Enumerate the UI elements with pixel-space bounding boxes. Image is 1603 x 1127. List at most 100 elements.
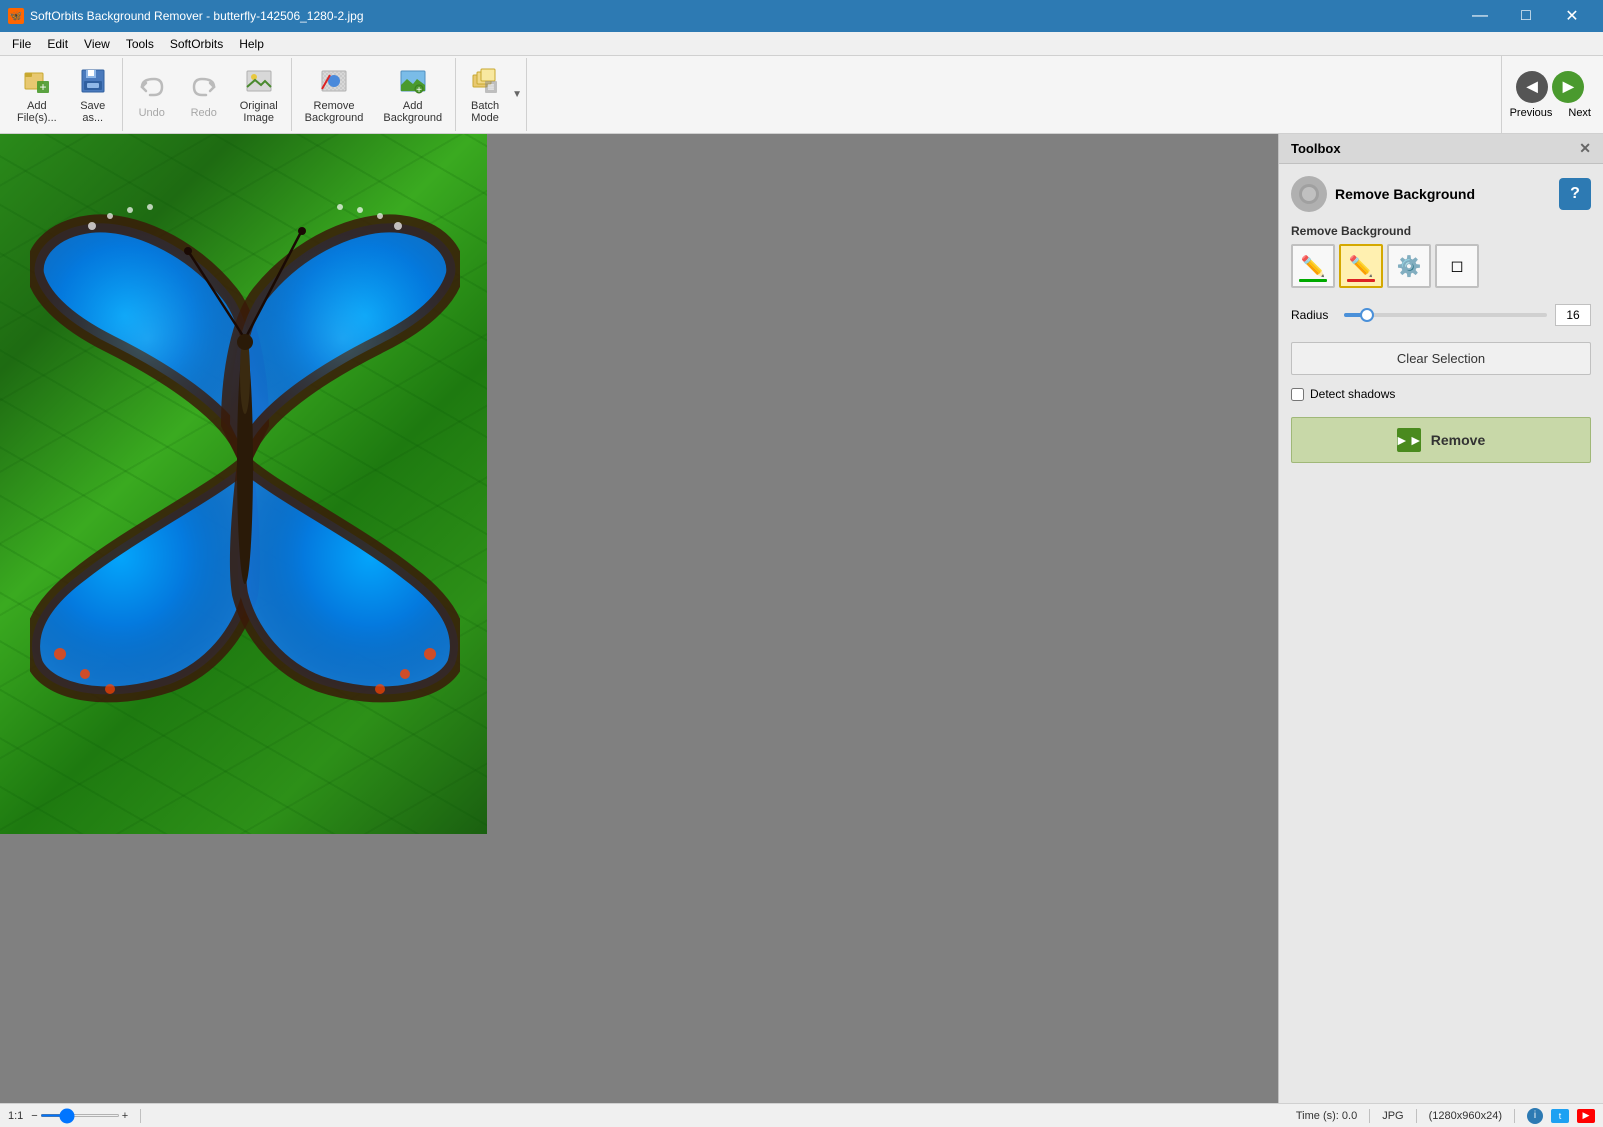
batch-dropdown-arrow[interactable]: ▼ <box>512 89 522 100</box>
remove-brush-icon: ✏️ <box>1349 254 1374 279</box>
status-separator-3 <box>1416 1109 1417 1123</box>
maximize-button[interactable]: □ <box>1503 0 1549 32</box>
redo-label: Redo <box>191 107 217 119</box>
toolbar-group-background: Remove Background + Add Background <box>292 58 456 131</box>
zoom-plus-icon[interactable]: + <box>122 1110 128 1122</box>
close-button[interactable]: ✕ <box>1549 0 1595 32</box>
twitter-icon[interactable]: t <box>1551 1109 1569 1123</box>
remove-background-button[interactable]: Remove Background <box>296 61 373 129</box>
toolbox-close-button[interactable]: ✕ <box>1579 140 1591 157</box>
status-right: Time (s): 0.0 JPG (1280x960x24) i t ▶ <box>1296 1108 1595 1124</box>
add-files-button[interactable]: + Add File(s)... <box>8 61 66 129</box>
remove-arrow-icon: ►► <box>1397 428 1421 452</box>
nav-labels: Previous Next <box>1510 107 1591 119</box>
nav-buttons: ◀ ▶ <box>1516 71 1584 103</box>
keep-brush-button[interactable]: ✏️ <box>1291 244 1335 288</box>
zoom-controls: 1:1 − + <box>8 1110 128 1122</box>
eraser-button[interactable]: ◻ <box>1435 244 1479 288</box>
help-button[interactable]: ? <box>1559 178 1591 210</box>
toolbar-group-batch: ≡ Batch Mode ▼ <box>456 58 527 131</box>
batch-mode-label: Batch Mode <box>471 100 499 124</box>
nav-area: ◀ ▶ Previous Next <box>1501 56 1599 134</box>
radius-row: Radius 16 <box>1291 304 1591 326</box>
menu-view[interactable]: View <box>76 35 118 53</box>
original-image-button[interactable]: Original Image <box>231 61 287 129</box>
remove-button[interactable]: ►► Remove <box>1291 417 1591 463</box>
title-bar-controls: — □ ✕ <box>1457 0 1595 32</box>
main-content: Toolbox ✕ Remove Background ? Remo <box>0 134 1603 1103</box>
toolbar-group-history: Undo Redo Original Image <box>123 58 292 131</box>
menu-help[interactable]: Help <box>231 35 272 53</box>
next-button[interactable]: ▶ <box>1552 71 1584 103</box>
redo-button[interactable]: Redo <box>179 61 229 129</box>
status-separator-1 <box>140 1109 141 1123</box>
save-as-icon <box>77 66 109 96</box>
toolbox-body: Remove Background ? Remove Background ✏️… <box>1279 164 1603 475</box>
add-files-icon: + <box>21 66 53 96</box>
remove-background-label: Remove Background <box>305 100 364 124</box>
zoom-minus-icon[interactable]: − <box>31 1110 37 1122</box>
title-bar-left: 🦋 SoftOrbits Background Remover - butter… <box>8 8 364 24</box>
dimensions-label: (1280x960x24) <box>1429 1110 1502 1122</box>
toolbox-title: Toolbox <box>1291 141 1341 156</box>
canvas-area[interactable] <box>0 134 1278 1103</box>
toolbar-group-files: + Add File(s)... Save as... <box>4 58 123 131</box>
toolbox-header: Toolbox ✕ <box>1279 134 1603 164</box>
time-label: Time (s): 0.0 <box>1296 1110 1357 1122</box>
save-as-button[interactable]: Save as... <box>68 61 118 129</box>
status-separator-2 <box>1369 1109 1370 1123</box>
youtube-icon[interactable]: ▶ <box>1577 1109 1595 1123</box>
undo-icon <box>136 71 168 103</box>
butterfly-image <box>30 174 460 774</box>
svg-text:+: + <box>416 85 422 95</box>
undo-label: Undo <box>139 107 165 119</box>
menu-bar: File Edit View Tools SoftOrbits Help <box>0 32 1603 56</box>
add-background-button[interactable]: + Add Background <box>374 61 451 129</box>
previous-label: Previous <box>1510 107 1553 119</box>
right-panel: Toolbox ✕ Remove Background ? Remo <box>1278 134 1603 1103</box>
undo-button[interactable]: Undo <box>127 61 177 129</box>
radius-slider[interactable] <box>1344 313 1547 317</box>
magic-wand-icon: ⚙️ <box>1397 254 1422 279</box>
detect-shadows-checkbox[interactable] <box>1291 388 1304 401</box>
menu-softorbits[interactable]: SoftOrbits <box>162 35 231 53</box>
app-icon: 🦋 <box>8 8 24 24</box>
status-separator-4 <box>1514 1109 1515 1123</box>
title-bar: 🦋 SoftOrbits Background Remover - butter… <box>0 0 1603 32</box>
radius-thumb[interactable] <box>1360 308 1374 322</box>
menu-edit[interactable]: Edit <box>39 35 76 53</box>
add-background-label: Add Background <box>383 100 442 124</box>
magic-wand-button[interactable]: ⚙️ <box>1387 244 1431 288</box>
redo-icon <box>188 71 220 103</box>
original-image-label: Original Image <box>240 100 278 124</box>
toolbox: Toolbox ✕ Remove Background ? Remo <box>1279 134 1603 1103</box>
remove-brush-button[interactable]: ✏️ <box>1339 244 1383 288</box>
save-as-label: Save as... <box>80 100 105 124</box>
next-label: Next <box>1568 107 1591 119</box>
clear-selection-button[interactable]: Clear Selection <box>1291 342 1591 375</box>
keep-brush-indicator <box>1299 279 1327 282</box>
add-background-icon: + <box>397 66 429 96</box>
remove-bg-icon <box>1291 176 1327 212</box>
image-container <box>0 134 487 834</box>
batch-mode-icon: ≡ <box>469 66 501 96</box>
remove-brush-indicator <box>1347 279 1375 282</box>
minimize-button[interactable]: — <box>1457 0 1503 32</box>
detect-shadows-row: Detect shadows <box>1291 387 1591 401</box>
detect-shadows-label[interactable]: Detect shadows <box>1310 387 1395 401</box>
radius-label: Radius <box>1291 308 1336 322</box>
info-icon[interactable]: i <box>1527 1108 1543 1124</box>
remove-button-label: Remove <box>1431 432 1485 448</box>
menu-file[interactable]: File <box>4 35 39 53</box>
zoom-level: 1:1 <box>8 1110 23 1122</box>
remove-background-icon <box>318 66 350 96</box>
menu-tools[interactable]: Tools <box>118 35 162 53</box>
radius-value[interactable]: 16 <box>1555 304 1591 326</box>
window-title: SoftOrbits Background Remover - butterfl… <box>30 9 364 23</box>
status-bar: 1:1 − + Time (s): 0.0 JPG (1280x960x24) … <box>0 1103 1603 1127</box>
rb-header: Remove Background ? <box>1291 176 1591 212</box>
tool-buttons-row: ✏️ ✏️ ⚙️ ◻ <box>1291 244 1591 288</box>
batch-mode-button[interactable]: ≡ Batch Mode <box>460 61 510 129</box>
zoom-slider[interactable] <box>40 1114 120 1117</box>
previous-button[interactable]: ◀ <box>1516 71 1548 103</box>
